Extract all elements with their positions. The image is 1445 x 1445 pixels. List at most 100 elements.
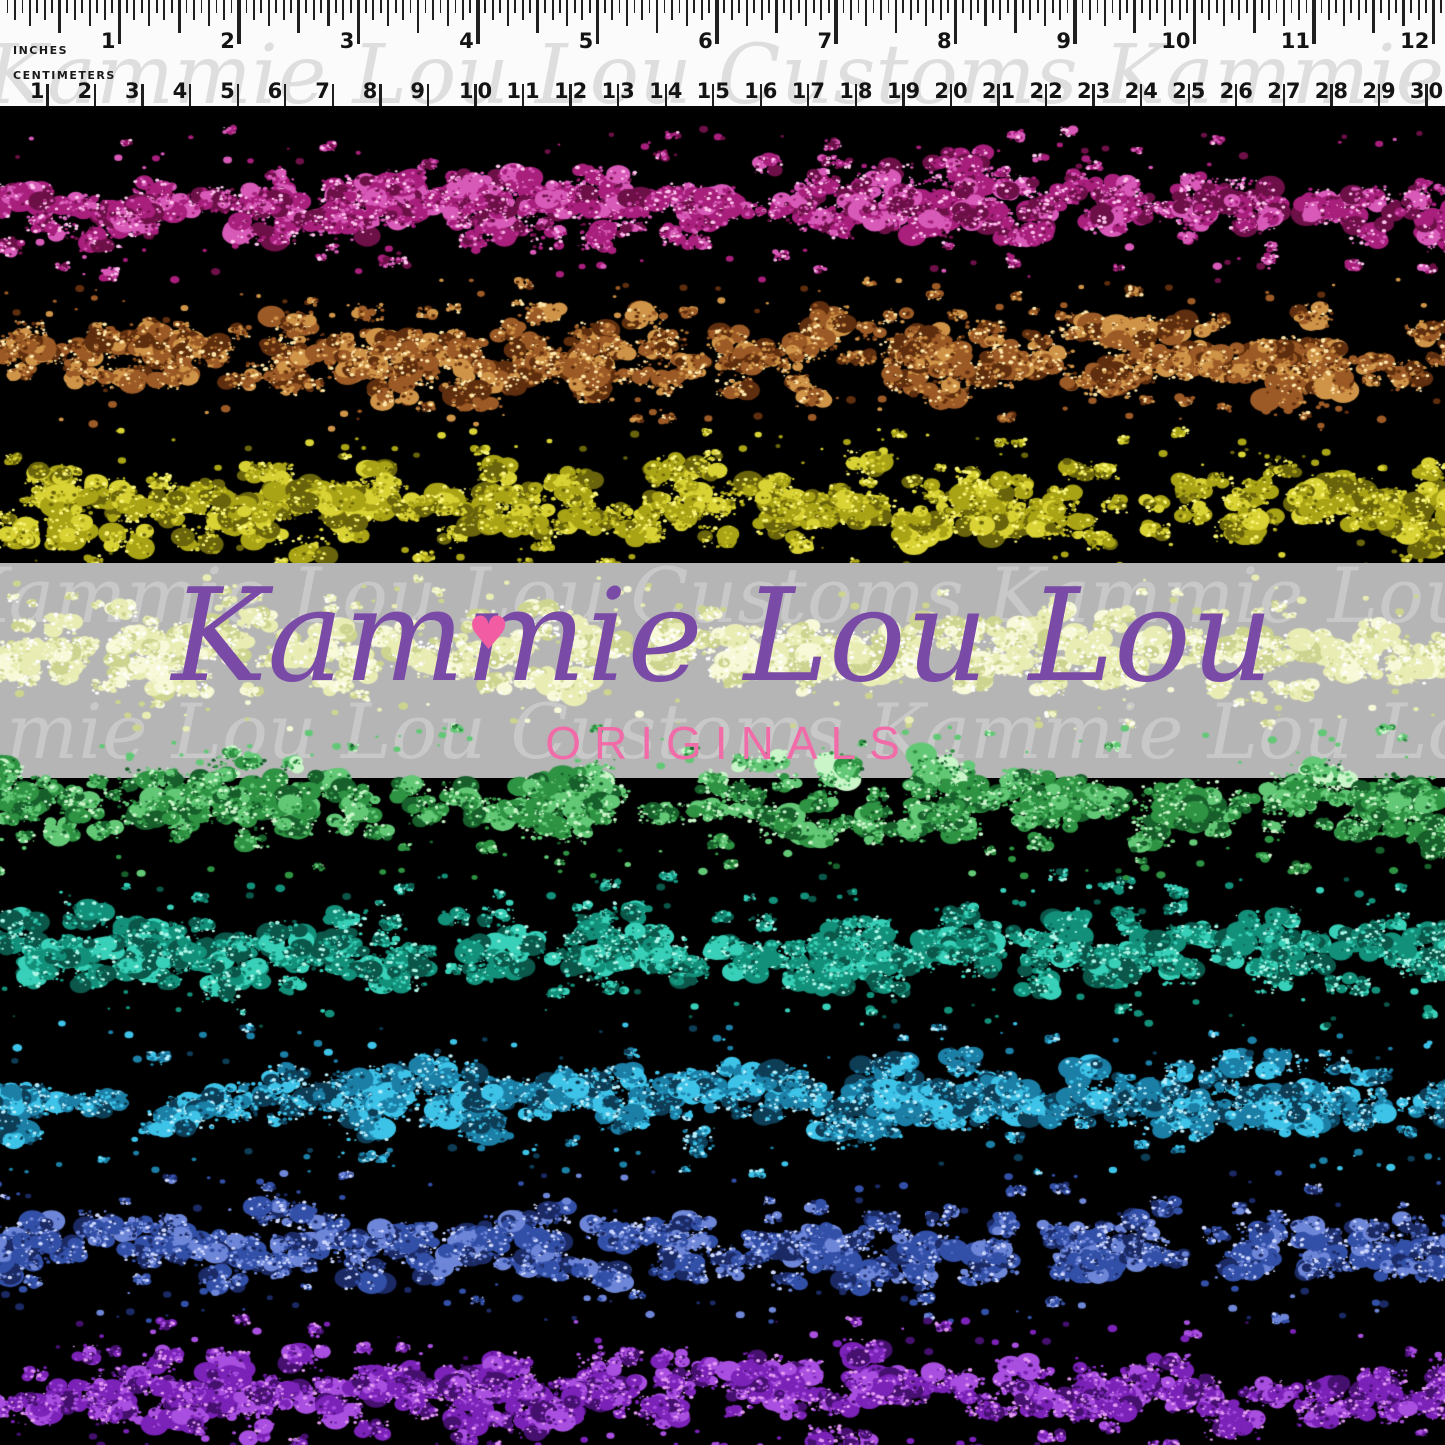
inch-tick xyxy=(275,0,277,13)
inch-tick xyxy=(484,0,486,13)
cm-tick xyxy=(427,84,429,109)
cm-number: 2 xyxy=(1315,81,1330,102)
inch-tick xyxy=(753,0,755,13)
inch-tick xyxy=(440,0,442,13)
inch-tick xyxy=(231,0,233,13)
cm-number: 2 xyxy=(1172,81,1187,102)
inch-tick xyxy=(417,0,420,33)
inch-tick xyxy=(1283,0,1285,26)
cm-tick xyxy=(474,84,476,109)
inch-tick xyxy=(29,0,31,26)
cm-number: 2 xyxy=(1029,81,1044,102)
cm-number: 9 xyxy=(1381,81,1396,102)
cm-number: 2 xyxy=(934,81,949,102)
inch-tick xyxy=(1141,0,1143,13)
inch-tick xyxy=(798,0,800,13)
inch-tick xyxy=(1440,0,1442,13)
inch-tick xyxy=(1253,0,1256,33)
cm-number: 5 xyxy=(1191,81,1206,102)
cm-tick xyxy=(617,84,619,109)
cm-tick xyxy=(1330,84,1332,109)
inch-tick xyxy=(693,0,695,13)
inch-tick xyxy=(357,0,361,44)
cm-number: 4 xyxy=(1143,81,1158,102)
cm-number: 0 xyxy=(1429,81,1444,102)
inch-tick xyxy=(1097,0,1099,13)
inch-number: 4 xyxy=(459,31,474,52)
inch-tick xyxy=(350,0,352,13)
inch-tick xyxy=(297,0,300,33)
cm-number: 2 xyxy=(1362,81,1377,102)
inch-tick xyxy=(447,0,449,26)
inch-tick xyxy=(604,0,606,13)
cm-tick xyxy=(569,84,571,109)
cm-number: 8 xyxy=(858,81,873,102)
cm-number: 7 xyxy=(810,81,825,102)
inch-tick xyxy=(492,0,494,20)
inch-tick xyxy=(171,0,173,13)
inch-tick xyxy=(342,0,344,20)
inch-number: 3 xyxy=(340,31,355,52)
cm-number: 5 xyxy=(220,81,235,102)
inch-tick xyxy=(208,0,210,26)
inch-tick xyxy=(634,0,636,13)
inch-tick xyxy=(984,0,986,26)
inch-tick xyxy=(186,0,188,13)
inch-tick xyxy=(1410,0,1412,13)
inch-tick xyxy=(1216,0,1218,13)
logo-originals-text: ORIGINALS xyxy=(532,716,913,770)
inch-tick xyxy=(843,0,845,13)
inch-tick xyxy=(66,0,68,13)
cm-number: 1 xyxy=(792,81,807,102)
inch-tick xyxy=(834,0,838,44)
cm-tick xyxy=(379,84,381,109)
inch-tick xyxy=(850,0,852,20)
inch-tick xyxy=(664,0,666,13)
inch-tick xyxy=(410,0,412,13)
inch-number: 1 xyxy=(101,31,116,52)
inch-tick xyxy=(1149,0,1151,20)
cm-tick xyxy=(1283,84,1285,109)
inch-tick xyxy=(626,0,628,26)
inch-tick xyxy=(970,0,972,20)
inch-tick xyxy=(529,0,531,13)
inch-tick xyxy=(1343,0,1345,26)
inch-tick xyxy=(1089,0,1091,20)
inch-tick xyxy=(141,0,143,13)
cm-tick xyxy=(141,84,143,109)
brand-logo-script-text: Kammie Lou Lou xyxy=(172,572,1274,703)
cm-tick xyxy=(237,84,239,109)
inch-tick xyxy=(865,0,867,26)
inch-tick xyxy=(1073,0,1077,44)
inch-tick xyxy=(1179,0,1181,20)
inch-tick xyxy=(126,0,128,13)
inch-tick xyxy=(1231,0,1233,13)
inch-tick xyxy=(148,0,150,26)
inch-tick xyxy=(1402,0,1404,26)
inch-number: 10 xyxy=(1161,31,1190,52)
inch-number: 2 xyxy=(220,31,235,52)
cm-tick xyxy=(950,84,952,109)
cm-number: 1 xyxy=(554,81,569,102)
inch-tick xyxy=(193,0,195,20)
inch-tick xyxy=(888,0,890,13)
inch-tick xyxy=(910,0,912,20)
inch-tick xyxy=(947,0,949,13)
cm-number: 1 xyxy=(459,81,474,102)
cm-number: 2 xyxy=(1077,81,1092,102)
inch-tick xyxy=(44,0,46,20)
inch-number: 5 xyxy=(579,31,594,52)
cm-number: 8 xyxy=(1333,81,1348,102)
inch-tick xyxy=(1395,0,1397,13)
inch-tick xyxy=(1126,0,1128,13)
cm-number: 0 xyxy=(478,81,493,102)
inch-tick xyxy=(999,0,1001,20)
cm-tick xyxy=(855,84,857,109)
inch-tick xyxy=(895,0,898,33)
inch-tick xyxy=(469,0,471,13)
inch-tick xyxy=(820,0,822,20)
inch-tick xyxy=(775,0,778,33)
inch-tick xyxy=(1276,0,1278,13)
inch-tick xyxy=(902,0,904,13)
cm-number: 2 xyxy=(982,81,997,102)
